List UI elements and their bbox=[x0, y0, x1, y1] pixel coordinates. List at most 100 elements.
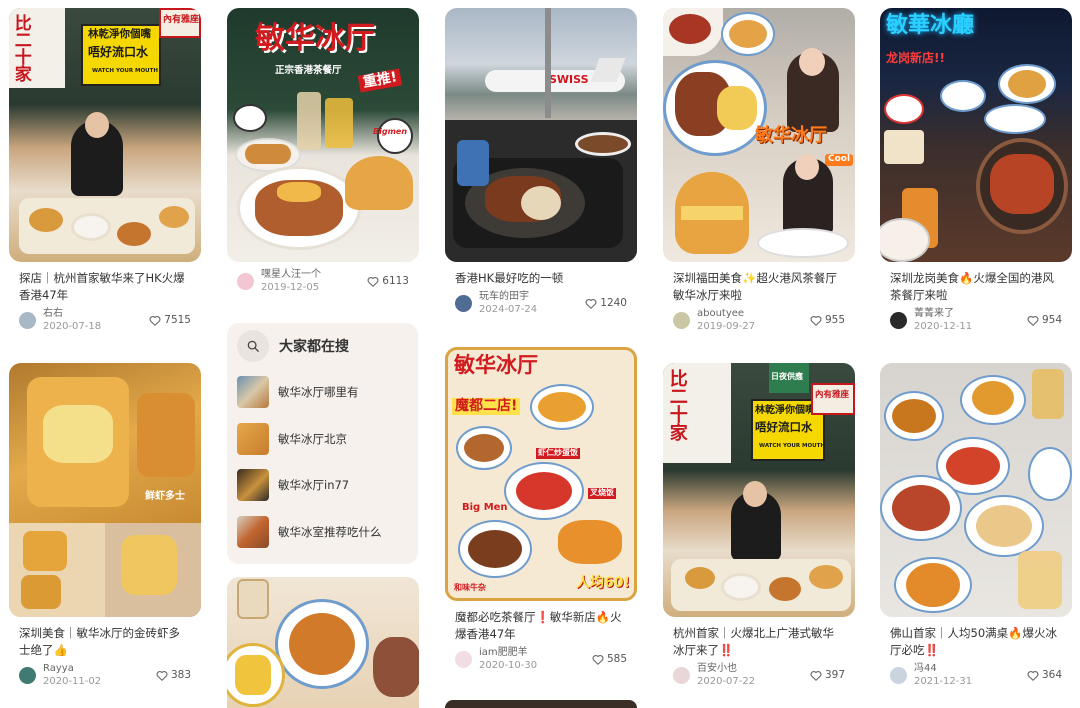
author-name[interactable]: aboutyee bbox=[697, 307, 810, 320]
feed-card[interactable] bbox=[227, 577, 419, 708]
card-title[interactable]: 探店｜杭州首家敏华来了HK火爆香港47年 bbox=[19, 270, 191, 304]
card-cover-image[interactable]: 比二十家 林乾淨你個嘴 唔好流口水 WATCH YOUR MOUTH 日夜供應 … bbox=[663, 363, 855, 617]
avatar[interactable] bbox=[455, 294, 472, 312]
card-title[interactable]: 佛山首家｜人均50满桌🔥爆火冰厅必吃‼️ bbox=[890, 625, 1062, 659]
card-title[interactable]: 深圳美食｜敏华冰厅的金砖虾多士绝了👍 bbox=[19, 625, 191, 659]
card-title[interactable]: 香港HK最好吃的一顿 bbox=[455, 270, 627, 287]
cover-badge-text: 龙岗新店!! bbox=[886, 51, 945, 65]
author-name[interactable]: 百安小也 bbox=[697, 662, 810, 675]
avatar[interactable] bbox=[890, 666, 907, 684]
author-name[interactable]: 冯44 bbox=[914, 662, 1027, 675]
like-button[interactable]: 383 bbox=[156, 669, 191, 681]
feed-card[interactable]: 敏華冰廳 龙岗新店!! 深圳龙岗美食🔥火爆全国的港风茶餐厅来啦 菁菁来了 202… bbox=[880, 8, 1072, 332]
cover-sign-text: 內有雅座 bbox=[163, 15, 200, 25]
cover-dish-label: Big Men bbox=[462, 502, 508, 513]
post-date: 2020-11-02 bbox=[43, 676, 102, 687]
like-button[interactable]: 397 bbox=[810, 669, 845, 681]
search-suggestion[interactable]: 敏华冰室推荐吃什么 bbox=[227, 509, 418, 556]
cover-sign-text: 林乾淨你個嘴 bbox=[755, 405, 815, 416]
search-suggestion[interactable]: 敏华冰厅in77 bbox=[227, 462, 418, 509]
author-name[interactable]: 玩车的田宇 bbox=[479, 290, 585, 303]
avatar[interactable] bbox=[455, 650, 472, 668]
card-cover-image[interactable] bbox=[445, 700, 637, 708]
heart-outline-icon bbox=[1027, 315, 1039, 326]
suggestion-text[interactable]: 敏华冰厅in77 bbox=[278, 477, 349, 493]
like-count: 397 bbox=[824, 669, 845, 681]
author-name[interactable]: 菁菁来了 bbox=[914, 307, 1027, 320]
feed-card[interactable]: 敏华冰厅 正宗香港茶餐厅 重推! Bigmen 嘿星人汪一个 2019-12-0… bbox=[227, 8, 419, 293]
feed-card[interactable]: 比二十家 林乾淨你個嘴 唔好流口水 WATCH YOUR MOUTH 內有雅座 … bbox=[9, 8, 201, 332]
cover-dish-label: 和味牛杂 bbox=[454, 583, 486, 592]
author-name[interactable]: iam肥肥羊 bbox=[479, 646, 592, 659]
like-count: 7515 bbox=[164, 314, 191, 326]
avatar[interactable] bbox=[673, 666, 690, 684]
post-date: 2020-10-30 bbox=[479, 660, 538, 671]
card-title[interactable]: 魔都必吃茶餐厅❗️敏华新店🔥火爆香港47年 bbox=[455, 609, 627, 643]
heart-outline-icon bbox=[585, 298, 597, 309]
cover-caption: 鲜虾多士 bbox=[145, 491, 185, 502]
search-panel-title: 大家都在搜 bbox=[279, 339, 349, 355]
like-button[interactable]: 585 bbox=[592, 653, 627, 665]
feed-card[interactable]: 敏华冰厅 Cool 深圳福田美食✨超火港风茶餐厅敏华冰厅来啦 aboutyee … bbox=[663, 8, 855, 332]
search-suggestion[interactable]: 敏华冰厅北京 bbox=[227, 416, 418, 463]
cover-sign-text: WATCH YOUR MOUTH bbox=[759, 443, 826, 449]
avatar[interactable] bbox=[19, 666, 36, 684]
like-button[interactable]: 7515 bbox=[149, 314, 191, 326]
like-button[interactable]: 955 bbox=[810, 314, 845, 326]
cover-sign-text: 比二十家 bbox=[666, 369, 688, 441]
cover-dish-label: 虾仁炒蛋饭 bbox=[536, 448, 580, 459]
card-title[interactable]: 深圳福田美食✨超火港风茶餐厅敏华冰厅来啦 bbox=[673, 270, 845, 304]
feed-card[interactable]: 敏华冰厅 魔都二店! 虾仁炒蛋饭 叉烧饭 Big Men 人均60! 和味牛杂 … bbox=[445, 347, 637, 671]
like-count: 954 bbox=[1041, 314, 1062, 326]
like-button[interactable]: 364 bbox=[1027, 669, 1062, 681]
card-cover-image[interactable]: 比二十家 林乾淨你個嘴 唔好流口水 WATCH YOUR MOUTH 內有雅座 bbox=[9, 8, 201, 262]
card-cover-image[interactable]: 敏華冰廳 龙岗新店!! bbox=[880, 8, 1072, 262]
suggestion-thumbnail bbox=[237, 515, 269, 548]
feed-card[interactable]: SWISS 香港HK最好吃的一顿 玩车的田宇 2024-07-24 1240 bbox=[445, 8, 637, 315]
post-date: 2020-07-22 bbox=[697, 676, 756, 687]
author-name[interactable]: Rayya bbox=[43, 662, 156, 675]
avatar[interactable] bbox=[673, 311, 690, 329]
card-cover-image[interactable]: 鲜虾多士 bbox=[9, 363, 201, 617]
like-count: 585 bbox=[606, 653, 627, 665]
heart-outline-icon bbox=[592, 654, 604, 665]
search-suggestion[interactable]: 敏华冰厅哪里有 bbox=[227, 369, 418, 416]
cover-sign-text: 唔好流口水 bbox=[88, 45, 149, 59]
like-count: 6113 bbox=[382, 275, 409, 287]
like-button[interactable]: 954 bbox=[1027, 314, 1062, 326]
card-cover-image[interactable] bbox=[227, 577, 419, 708]
avatar[interactable] bbox=[19, 311, 36, 329]
heart-outline-icon bbox=[1027, 670, 1039, 681]
author-name[interactable]: 嘿星人汪一个 bbox=[261, 268, 367, 281]
like-button[interactable]: 1240 bbox=[585, 297, 627, 309]
like-button[interactable]: 6113 bbox=[367, 275, 409, 287]
cover-sign-text: 唔好流口水 bbox=[755, 420, 813, 434]
cover-sign-text: 林乾淨你個嘴 bbox=[88, 28, 151, 40]
post-date: 2020-12-11 bbox=[914, 321, 973, 332]
suggestion-thumbnail bbox=[237, 422, 269, 455]
post-date: 2019-12-05 bbox=[261, 282, 320, 293]
author-name[interactable]: 右右 bbox=[43, 307, 149, 320]
card-cover-image[interactable]: SWISS bbox=[445, 8, 637, 262]
card-title[interactable]: 杭州首家｜火爆北上广港式敏华冰厅来了‼️ bbox=[673, 625, 845, 659]
feed-card[interactable]: 鲜虾多士 深圳美食｜敏华冰厅的金砖虾多士绝了👍 Rayya 2020-11-02… bbox=[9, 363, 201, 687]
feed-card[interactable]: 比二十家 林乾淨你個嘴 唔好流口水 WATCH YOUR MOUTH 日夜供應 … bbox=[663, 363, 855, 687]
suggestion-text[interactable]: 敏华冰厅哪里有 bbox=[278, 384, 359, 400]
avatar[interactable] bbox=[237, 272, 254, 290]
heart-outline-icon bbox=[156, 670, 168, 681]
cover-badge-text: 魔都二店! bbox=[452, 398, 521, 416]
search-suggestions-panel: 大家都在搜 敏华冰厅哪里有 敏华冰厅北京 敏华冰厅in77 敏华冰室推荐吃什么 bbox=[227, 323, 418, 564]
card-cover-image[interactable]: 敏华冰厅 Cool bbox=[663, 8, 855, 262]
feed-card[interactable] bbox=[445, 700, 637, 708]
cover-title-text: 敏華冰廳 bbox=[886, 13, 975, 38]
card-cover-image[interactable]: 敏华冰厅 正宗香港茶餐厅 重推! Bigmen bbox=[227, 8, 419, 262]
suggestion-text[interactable]: 敏华冰室推荐吃什么 bbox=[278, 524, 382, 540]
card-cover-image[interactable]: 敏华冰厅 魔都二店! 虾仁炒蛋饭 叉烧饭 Big Men 人均60! 和味牛杂 bbox=[445, 347, 637, 601]
heart-outline-icon bbox=[810, 670, 822, 681]
card-cover-image[interactable] bbox=[880, 363, 1072, 617]
suggestion-text[interactable]: 敏华冰厅北京 bbox=[278, 431, 347, 447]
feed-card[interactable]: 佛山首家｜人均50满桌🔥爆火冰厅必吃‼️ 冯44 2021-12-31 364 bbox=[880, 363, 1072, 687]
post-date: 2020-07-18 bbox=[43, 321, 102, 332]
card-title[interactable]: 深圳龙岗美食🔥火爆全国的港风茶餐厅来啦 bbox=[890, 270, 1062, 304]
avatar[interactable] bbox=[890, 311, 907, 329]
